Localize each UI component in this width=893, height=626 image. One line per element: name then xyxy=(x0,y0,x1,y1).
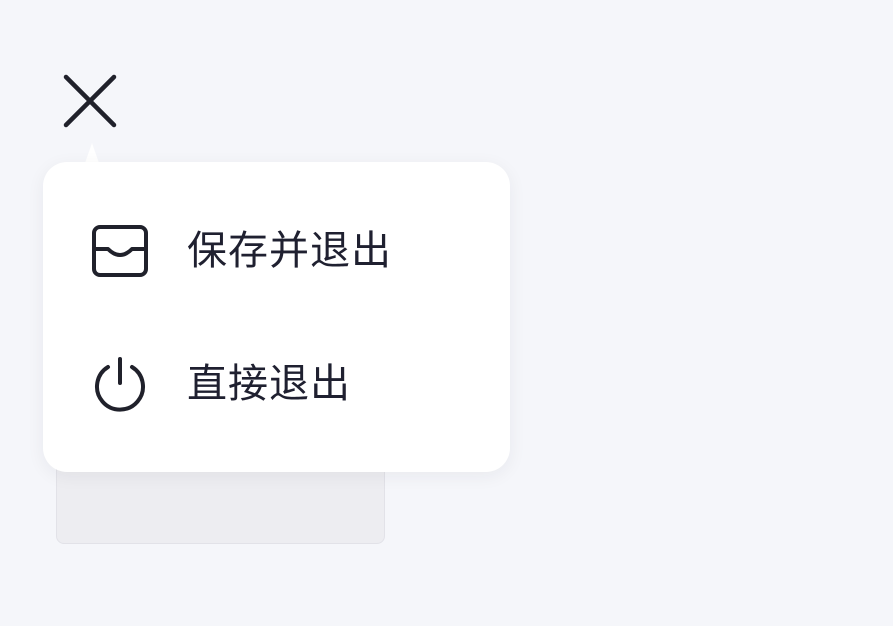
exit-directly-label: 直接退出 xyxy=(187,361,351,407)
inbox-tray-icon xyxy=(91,222,149,280)
close-button[interactable] xyxy=(60,72,120,132)
popover-arrow xyxy=(85,143,99,163)
save-and-exit-menu-item[interactable]: 保存并退出 xyxy=(43,191,510,311)
exit-directly-menu-item[interactable]: 直接退出 xyxy=(43,324,510,444)
exit-options-popover: 保存并退出 直接退出 xyxy=(43,162,510,472)
save-and-exit-label: 保存并退出 xyxy=(187,228,392,274)
close-icon xyxy=(63,74,117,128)
power-icon xyxy=(91,355,149,413)
